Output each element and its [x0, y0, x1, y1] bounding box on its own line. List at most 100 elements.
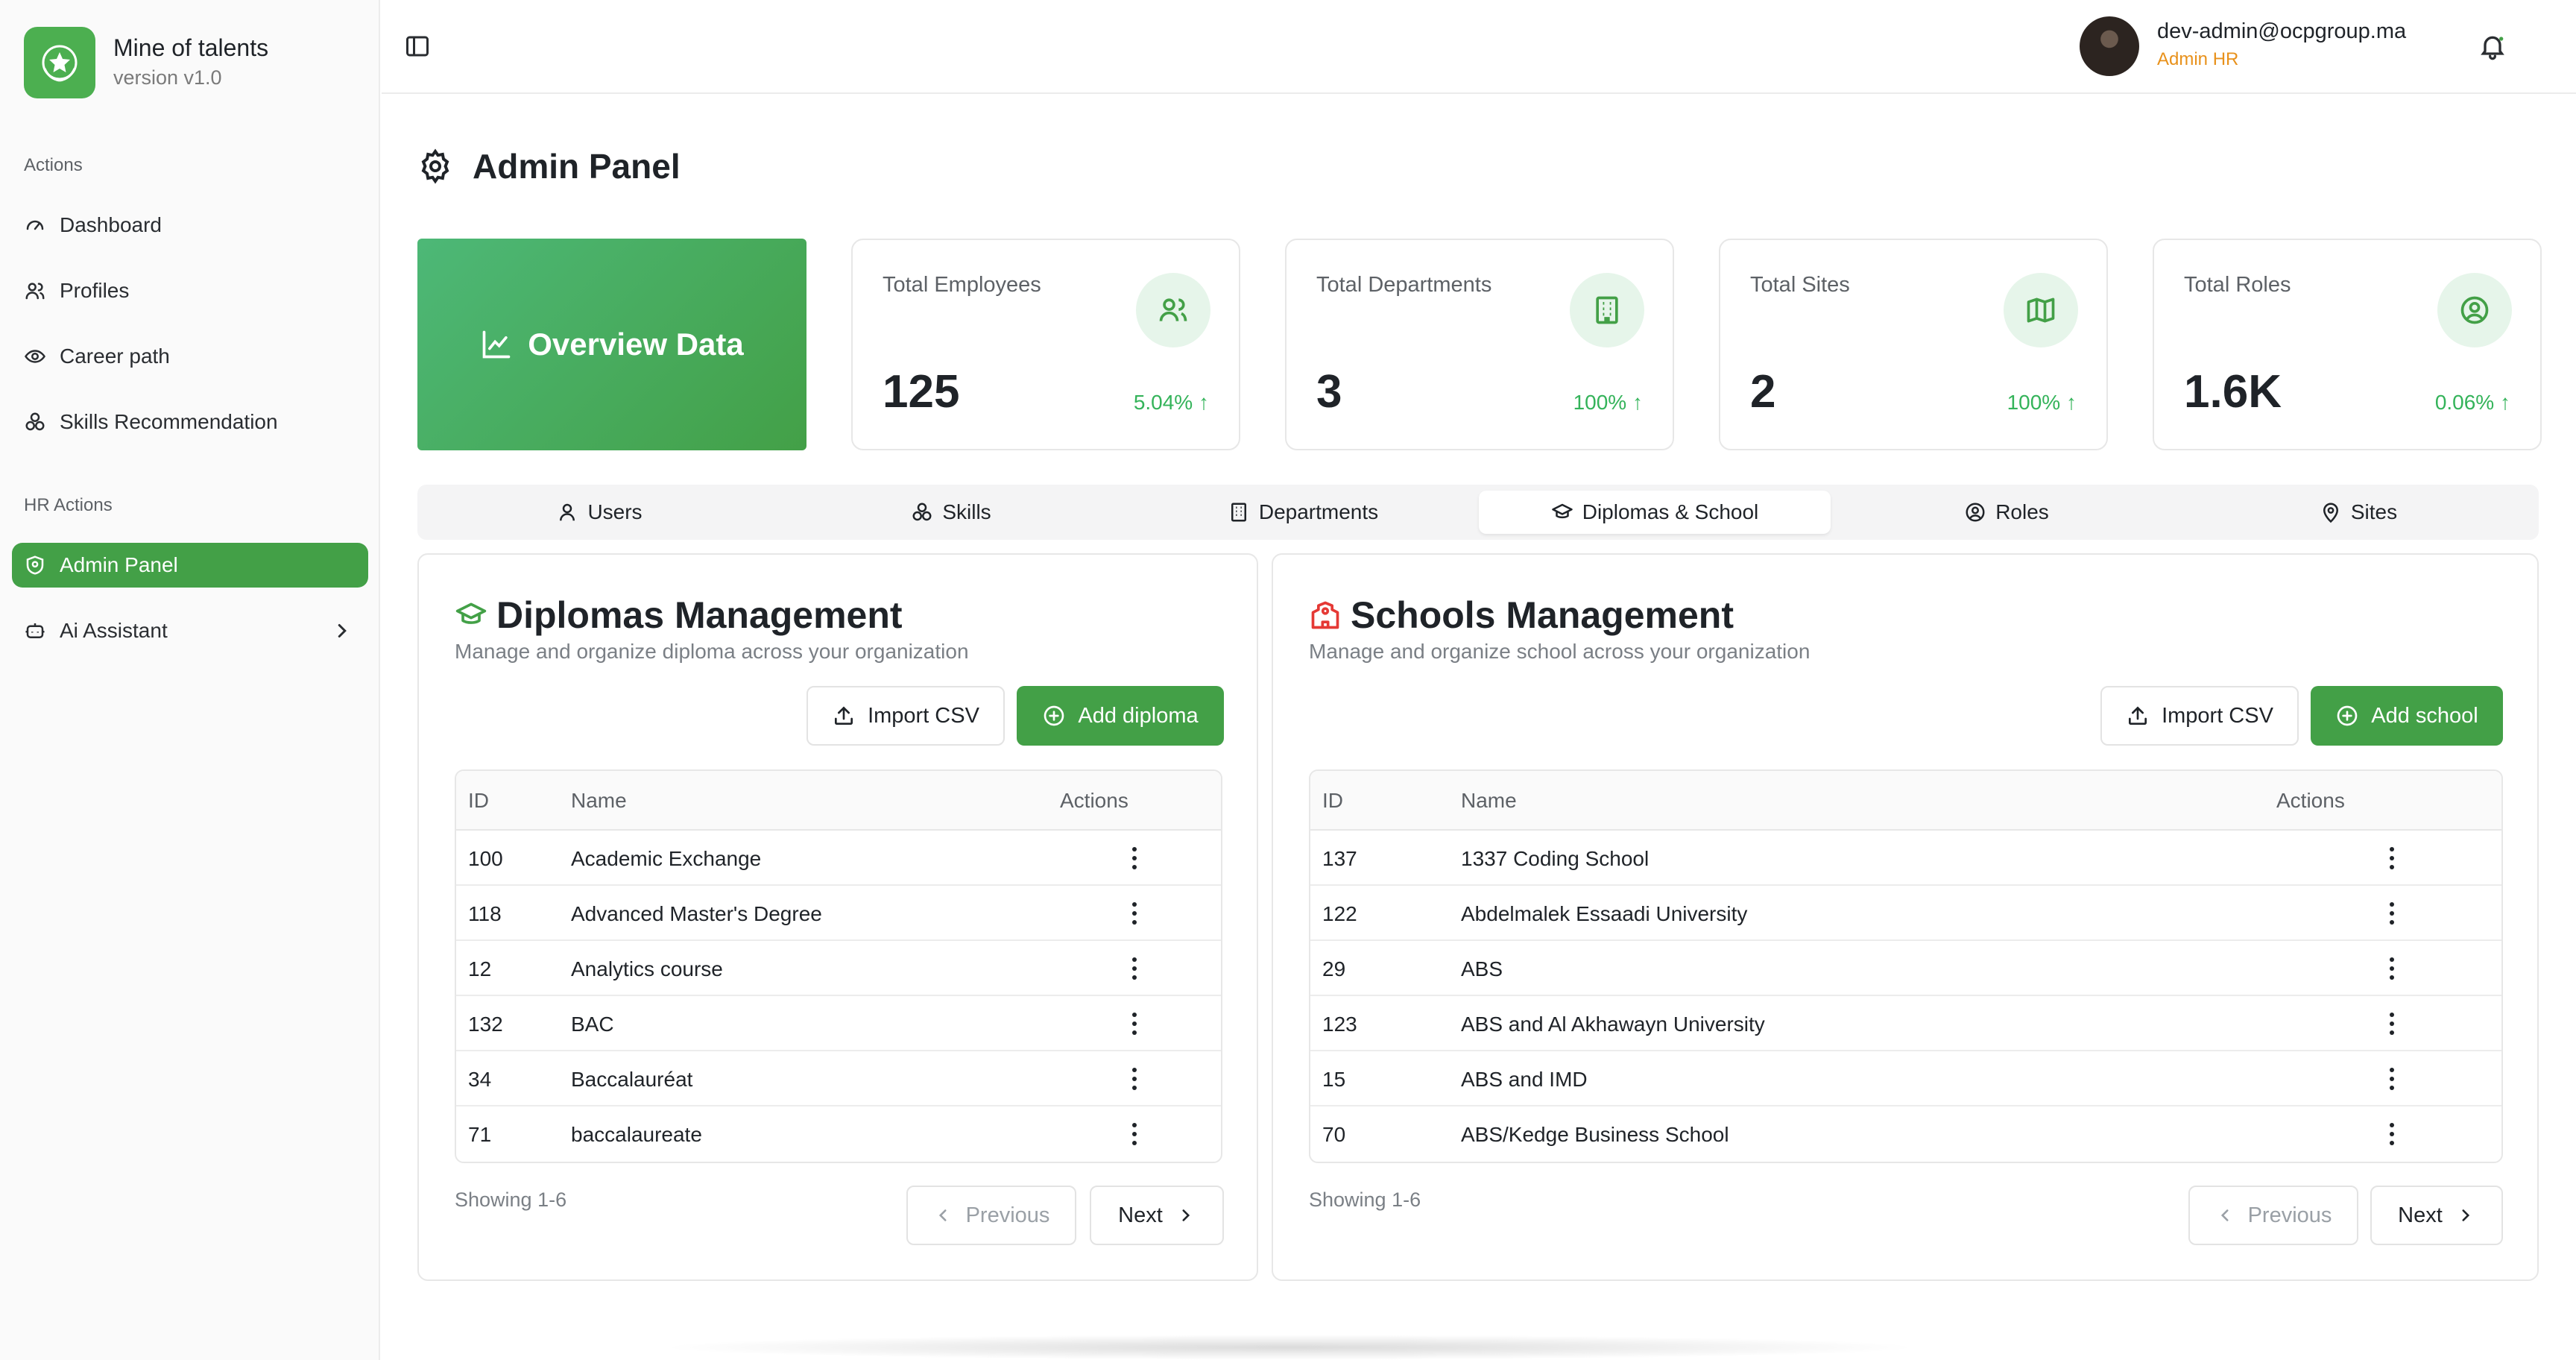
- boxes-icon: [912, 503, 932, 521]
- graduation-cap-icon: [1551, 503, 1573, 519]
- arrow-up-icon: ↑: [2500, 391, 2510, 414]
- user-email: dev-admin@ocpgroup.ma: [2157, 19, 2407, 43]
- more-vertical-icon[interactable]: [1131, 957, 1138, 980]
- bell-icon[interactable]: [2478, 31, 2507, 61]
- page-title: Admin Panel: [473, 147, 681, 186]
- more-vertical-icon[interactable]: [1131, 1013, 1138, 1035]
- more-vertical-icon[interactable]: [1131, 1123, 1138, 1145]
- stat-card-roles: Total Roles 1.6K 0.06% ↑: [2153, 239, 2542, 450]
- next-button[interactable]: Next: [1090, 1186, 1224, 1245]
- arrow-up-icon: ↑: [1199, 391, 1209, 414]
- app-name: Mine of talents: [113, 34, 269, 61]
- stat-value: 3: [1316, 366, 1342, 418]
- bot-icon: [25, 623, 45, 638]
- chevron-right-icon: [1182, 1209, 1190, 1221]
- stat-value: 2: [1750, 366, 1776, 418]
- avatar[interactable]: [2080, 16, 2139, 76]
- add-school-button[interactable]: Add school: [2311, 686, 2503, 746]
- table-header: ID Name Actions: [1310, 771, 2501, 831]
- table-row[interactable]: 70 ABS/Kedge Business School: [1310, 1106, 2501, 1162]
- plus-circle-icon: [2337, 705, 2358, 726]
- table-row[interactable]: 123 ABS and Al Akhawayn University: [1310, 996, 2501, 1051]
- map-pin-icon: [2323, 503, 2338, 523]
- tab-departments[interactable]: Departments: [1127, 491, 1479, 534]
- stat-delta: 100% ↑: [1573, 391, 1643, 414]
- shield-icon: [26, 555, 44, 575]
- tab-skills[interactable]: Skills: [775, 491, 1127, 534]
- table-row[interactable]: 122 Abdelmalek Essaadi University: [1310, 886, 2501, 941]
- user-role: Admin HR: [2157, 49, 2239, 69]
- overview-data-card[interactable]: Overview Data: [417, 239, 806, 450]
- table-header: ID Name Actions: [456, 771, 1221, 831]
- stat-delta: 100% ↑: [2007, 391, 2077, 414]
- sidebar-item-label: Admin Panel: [60, 553, 178, 576]
- upload-icon: [2129, 706, 2147, 725]
- table-row[interactable]: 34 Baccalauréat: [456, 1051, 1221, 1106]
- more-vertical-icon[interactable]: [1131, 847, 1138, 869]
- user-circle-icon: [2460, 296, 2489, 324]
- sidebar-item-skills-recommendation[interactable]: Skills Recommendation: [12, 400, 368, 444]
- more-vertical-icon[interactable]: [2388, 1013, 2396, 1035]
- sidebar-item-label: Skills Recommendation: [60, 410, 278, 433]
- more-vertical-icon[interactable]: [1131, 1068, 1138, 1090]
- stat-card-employees: Total Employees 125 5.04% ↑: [851, 239, 1240, 450]
- scroll-shadow: [656, 1335, 1923, 1360]
- chart-icon: [482, 330, 511, 359]
- sidebar-section-hr-actions: HR Actions: [24, 495, 113, 515]
- sidebar-item-career-path[interactable]: Career path: [12, 334, 368, 379]
- more-vertical-icon[interactable]: [2388, 902, 2396, 925]
- sidebar-toggle-icon[interactable]: [404, 33, 431, 60]
- sidebar-item-admin-panel[interactable]: Admin Panel: [12, 543, 368, 588]
- chevron-right-icon: [2462, 1209, 2469, 1221]
- pagination-status: Showing 1-6: [455, 1189, 567, 1211]
- stat-card-departments: Total Departments 3 100% ↑: [1285, 239, 1674, 450]
- more-vertical-icon[interactable]: [2388, 957, 2396, 980]
- sidebar-section-actions: Actions: [24, 155, 83, 175]
- previous-button[interactable]: Previous: [2188, 1186, 2358, 1245]
- previous-button[interactable]: Previous: [906, 1186, 1076, 1245]
- table-row[interactable]: 137 1337 Coding School: [1310, 831, 2501, 886]
- page-header: Admin Panel: [417, 146, 681, 186]
- tab-sites[interactable]: Sites: [2182, 491, 2534, 534]
- gauge-icon: [26, 220, 44, 230]
- stat-label: Total Sites: [1750, 273, 1850, 297]
- table-row[interactable]: 132 BAC: [456, 996, 1221, 1051]
- import-csv-button[interactable]: Import CSV: [806, 686, 1005, 746]
- add-diploma-button[interactable]: Add diploma: [1017, 686, 1224, 746]
- top-bar: dev-admin@ocpgroup.ma Admin HR: [382, 0, 2576, 94]
- more-vertical-icon[interactable]: [1131, 902, 1138, 925]
- table-row[interactable]: 12 Analytics course: [456, 941, 1221, 996]
- table-row[interactable]: 29 ABS: [1310, 941, 2501, 996]
- user-circle-icon: [1966, 503, 1985, 522]
- table-row[interactable]: 100 Academic Exchange: [456, 831, 1221, 886]
- sidebar-item-ai-assistant[interactable]: Ai Assistant: [12, 608, 368, 653]
- diplomas-table: ID Name Actions 100 Academic Exchange 11…: [455, 769, 1222, 1163]
- arrow-up-icon: ↑: [1632, 391, 1643, 414]
- panel-description: Manage and organize diploma across your …: [455, 640, 969, 663]
- stat-value: 1.6K: [2184, 366, 2282, 418]
- user-icon: [560, 503, 575, 521]
- map-icon: [2027, 298, 2055, 323]
- table-row[interactable]: 15 ABS and IMD: [1310, 1051, 2501, 1106]
- schools-table: ID Name Actions 137 1337 Coding School 1…: [1309, 769, 2503, 1163]
- pagination-status: Showing 1-6: [1309, 1189, 1421, 1211]
- eye-icon: [25, 350, 45, 363]
- more-vertical-icon[interactable]: [2388, 1123, 2396, 1145]
- sidebar-item-label: Ai Assistant: [60, 619, 168, 642]
- chevron-left-icon: [938, 1209, 947, 1221]
- tab-roles[interactable]: Roles: [1831, 491, 2182, 534]
- tab-diplomas-school[interactable]: Diplomas & School: [1479, 491, 1831, 534]
- tab-users[interactable]: Users: [423, 491, 775, 534]
- more-vertical-icon[interactable]: [2388, 847, 2396, 869]
- stat-delta: 5.04% ↑: [1133, 391, 1209, 414]
- table-row[interactable]: 118 Advanced Master's Degree: [456, 886, 1221, 941]
- table-row[interactable]: 71 baccalaureate: [456, 1106, 1221, 1162]
- panel-title: Schools Management: [1351, 594, 1734, 636]
- sidebar-item-dashboard[interactable]: Dashboard: [12, 203, 368, 248]
- next-button[interactable]: Next: [2370, 1186, 2503, 1245]
- brand[interactable]: Mine of talents version v1.0: [24, 27, 268, 98]
- stat-label: Total Roles: [2184, 273, 2291, 297]
- import-csv-button[interactable]: Import CSV: [2100, 686, 2299, 746]
- more-vertical-icon[interactable]: [2388, 1068, 2396, 1090]
- sidebar-item-profiles[interactable]: Profiles: [12, 268, 368, 313]
